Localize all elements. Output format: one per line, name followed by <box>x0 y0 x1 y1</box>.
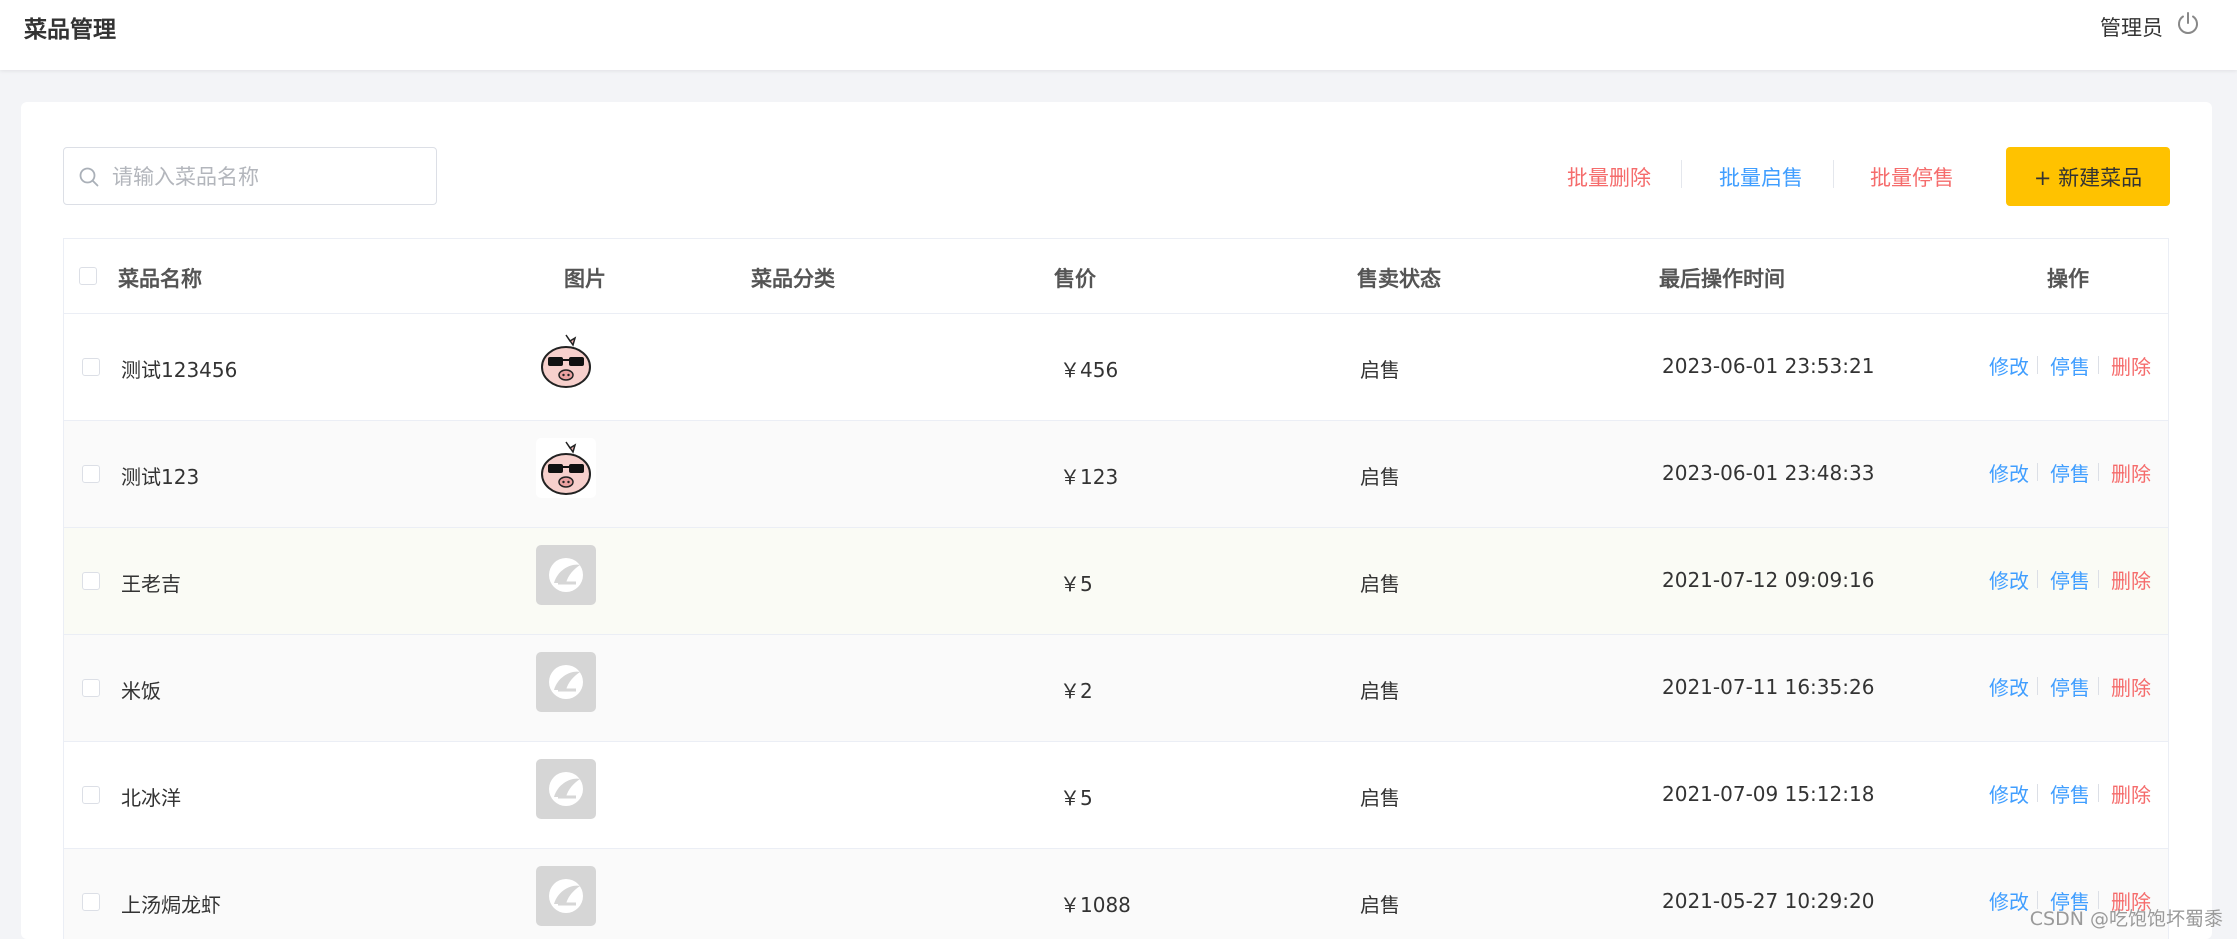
dish-image <box>536 331 596 391</box>
disable-button[interactable]: 停售 <box>2050 565 2090 594</box>
last-updated: 2021-07-09 15:12:18 <box>1662 782 1875 806</box>
row-checkbox[interactable] <box>82 465 100 483</box>
disable-button[interactable]: 停售 <box>2050 779 2090 808</box>
disable-button[interactable]: 停售 <box>2050 672 2090 701</box>
bulk-disable-button[interactable]: 批量停售 <box>1870 162 1954 192</box>
header-price: 售价 <box>1054 267 1096 291</box>
action-divider <box>2037 677 2038 695</box>
content-card: 批量删除 批量启售 批量停售 + 新建菜品 菜品名称 图片 菜品分类 售价 售卖… <box>21 102 2212 939</box>
sale-status: 启售 <box>1360 572 1400 596</box>
delete-button[interactable]: 删除 <box>2111 458 2151 487</box>
edit-button[interactable]: 修改 <box>1989 886 2029 915</box>
divider <box>1833 160 1834 188</box>
sale-status: 启售 <box>1360 786 1400 810</box>
sale-status: 启售 <box>1360 893 1400 917</box>
header-category: 菜品分类 <box>751 267 835 291</box>
row-checkbox[interactable] <box>82 572 100 590</box>
disable-button[interactable]: 停售 <box>2050 351 2090 380</box>
dish-name: 王老吉 <box>121 572 181 596</box>
dish-image <box>536 759 596 819</box>
delete-button[interactable]: 删除 <box>2111 779 2151 808</box>
last-updated: 2023-06-01 23:48:33 <box>1662 461 1875 485</box>
dish-name: 测试123 <box>121 465 200 489</box>
edit-button[interactable]: 修改 <box>1989 779 2029 808</box>
search-box[interactable] <box>63 147 437 205</box>
last-updated: 2021-05-27 10:29:20 <box>1662 889 1875 913</box>
header-actions: 操作 <box>2047 267 2089 291</box>
last-updated: 2021-07-12 09:09:16 <box>1662 568 1875 592</box>
dish-price: ￥123 <box>1060 465 1119 489</box>
dish-price: ￥5 <box>1060 572 1093 596</box>
header-name: 菜品名称 <box>118 267 202 291</box>
table-row: 测试123456 ￥456 启售 2023-06-01 23:53:21 修改 停售 删除 <box>64 314 2168 421</box>
action-divider <box>2098 784 2099 802</box>
dish-table: 菜品名称 图片 菜品分类 售价 售卖状态 最后操作时间 操作 测试123456 ￥… <box>63 238 2169 939</box>
select-all-checkbox[interactable] <box>79 267 97 285</box>
sale-status: 启售 <box>1360 358 1400 382</box>
dish-name: 测试123456 <box>121 358 238 382</box>
watermark: CSDN @吃饱饱坏蜀黍 <box>2029 908 2223 930</box>
action-divider <box>2098 677 2099 695</box>
edit-button[interactable]: 修改 <box>1989 565 2029 594</box>
last-updated: 2021-07-11 16:35:26 <box>1662 675 1875 699</box>
top-bar: 菜品管理 管理员 <box>0 0 2237 70</box>
new-dish-button[interactable]: + 新建菜品 <box>2006 147 2170 206</box>
dish-image <box>536 438 596 498</box>
sale-status: 启售 <box>1360 679 1400 703</box>
search-icon <box>79 167 99 187</box>
table-row: 王老吉 ￥5 启售 2021-07-12 09:09:16 修改 停售 删除 <box>64 528 2168 635</box>
dish-name: 北冰洋 <box>121 786 181 810</box>
action-divider <box>2037 570 2038 588</box>
dish-price: ￥456 <box>1060 358 1119 382</box>
action-divider <box>2037 356 2038 374</box>
header-image: 图片 <box>564 267 606 291</box>
action-divider <box>2037 784 2038 802</box>
edit-button[interactable]: 修改 <box>1989 458 2029 487</box>
search-input[interactable] <box>110 156 424 198</box>
action-divider <box>2098 570 2099 588</box>
action-divider <box>2098 356 2099 374</box>
dish-image <box>536 652 596 712</box>
user-name[interactable]: 管理员 <box>2100 12 2163 42</box>
table-header: 菜品名称 图片 菜品分类 售价 售卖状态 最后操作时间 操作 <box>64 239 2168 314</box>
delete-button[interactable]: 删除 <box>2111 351 2151 380</box>
dish-name: 米饭 <box>121 679 161 703</box>
edit-button[interactable]: 修改 <box>1989 672 2029 701</box>
dish-price: ￥5 <box>1060 786 1093 810</box>
dish-price: ￥1088 <box>1060 893 1131 917</box>
row-checkbox[interactable] <box>82 786 100 804</box>
action-divider <box>2037 463 2038 481</box>
dish-name: 上汤焗龙虾 <box>121 893 221 917</box>
bulk-enable-button[interactable]: 批量启售 <box>1719 162 1803 192</box>
action-divider <box>2098 463 2099 481</box>
dish-price: ￥2 <box>1060 679 1093 703</box>
divider <box>1681 160 1682 188</box>
page-title: 菜品管理 <box>24 17 116 43</box>
disable-button[interactable]: 停售 <box>2050 458 2090 487</box>
row-checkbox[interactable] <box>82 893 100 911</box>
table-row: 上汤焗龙虾 ￥1088 启售 2021-05-27 10:29:20 修改 停售 删除 <box>64 849 2168 939</box>
row-checkbox[interactable] <box>82 358 100 376</box>
header-updated: 最后操作时间 <box>1659 267 1785 291</box>
dish-image <box>536 545 596 605</box>
last-updated: 2023-06-01 23:53:21 <box>1662 354 1875 378</box>
edit-button[interactable]: 修改 <box>1989 351 2029 380</box>
table-row: 测试123 ￥123 启售 2023-06-01 23:48:33 修改 停售 删除 <box>64 421 2168 528</box>
power-icon[interactable] <box>2175 10 2201 36</box>
row-checkbox[interactable] <box>82 679 100 697</box>
bulk-delete-button[interactable]: 批量删除 <box>1567 162 1651 192</box>
delete-button[interactable]: 删除 <box>2111 565 2151 594</box>
sale-status: 启售 <box>1360 465 1400 489</box>
dish-image <box>536 866 596 926</box>
table-row: 米饭 ￥2 启售 2021-07-11 16:35:26 修改 停售 删除 <box>64 635 2168 742</box>
table-row: 北冰洋 ￥5 启售 2021-07-09 15:12:18 修改 停售 删除 <box>64 742 2168 849</box>
header-status: 售卖状态 <box>1357 267 1441 291</box>
delete-button[interactable]: 删除 <box>2111 672 2151 701</box>
